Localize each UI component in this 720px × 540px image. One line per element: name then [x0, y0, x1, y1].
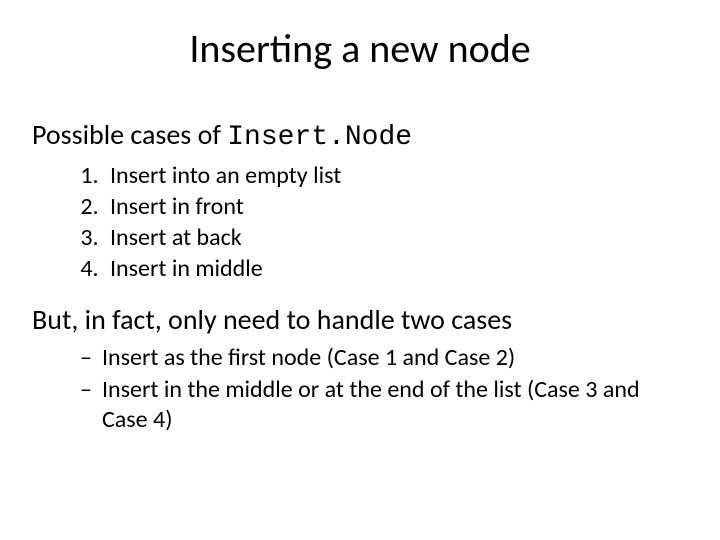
subtitle-code: Insert.Node [227, 122, 412, 153]
list-item: Insert at back [104, 223, 690, 253]
summary-line: But, in fact, only need to handle two ca… [32, 302, 690, 337]
slide: Inserting a new node Possible cases of I… [0, 0, 720, 540]
subtitle-prefix: Possible cases of [32, 117, 227, 152]
cases-list: Insert into an empty list Insert in fron… [50, 161, 690, 284]
list-item: Insert in front [104, 192, 690, 222]
list-item: Insert in the middle or at the end of th… [80, 375, 690, 435]
list-item: Insert as the first node (Case 1 and Cas… [80, 343, 690, 373]
slide-title: Inserting a new node [30, 24, 690, 73]
subcases-list: Insert as the first node (Case 1 and Cas… [52, 343, 690, 435]
list-item: Insert into an empty list [104, 161, 690, 191]
subtitle: Possible cases of Insert.Node [32, 117, 690, 153]
list-item: Insert in middle [104, 254, 690, 284]
